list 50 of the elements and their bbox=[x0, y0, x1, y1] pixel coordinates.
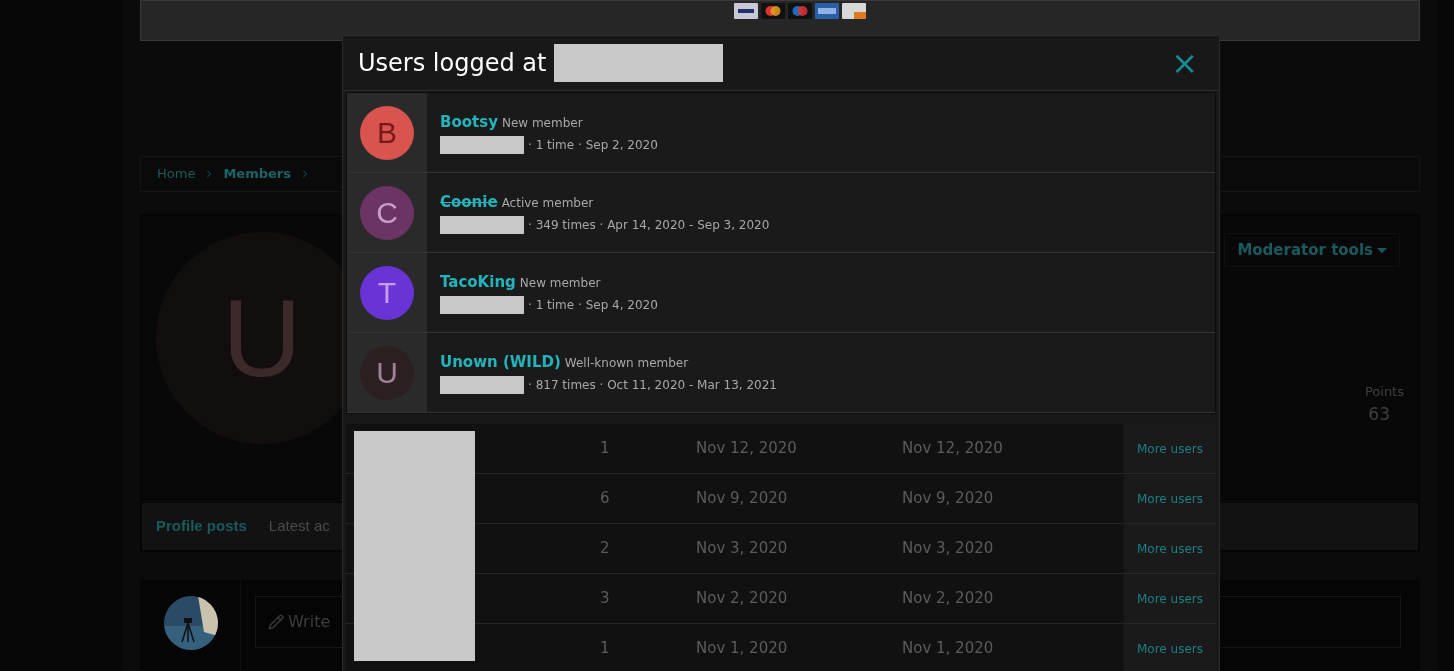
profile-tab[interactable]: Profile posts bbox=[156, 515, 247, 538]
table-cell-text: 2 bbox=[600, 538, 611, 560]
user-row[interactable]: B Bootsy New member · 1 time · Sep 2, 2020 bbox=[347, 93, 1215, 173]
user-avatar: C bbox=[360, 185, 414, 240]
user-avatar: U bbox=[360, 345, 414, 400]
table-cell-text: Nov 2, 2020 bbox=[902, 588, 995, 610]
profile-tab[interactable]: Latest ac bbox=[268, 515, 330, 538]
username-link[interactable]: Coonie bbox=[440, 191, 498, 214]
user-row[interactable]: C Coonie Active member · 349 times · Apr 14, 2020 - Sep 3, 2020 bbox=[347, 173, 1215, 253]
pencil-icon bbox=[268, 614, 284, 630]
dialog-title: Users logged at bbox=[358, 48, 547, 79]
payment-card-icon bbox=[815, 3, 839, 19]
table-cell-text: Nov 12, 2020 bbox=[696, 438, 798, 460]
user-title: Well-known member bbox=[564, 355, 689, 373]
table-cell-text: Nov 12, 2020 bbox=[902, 438, 1004, 460]
field-placeholder: Write bbox=[288, 611, 331, 633]
table-cell-text: Nov 1, 2020 bbox=[902, 638, 995, 660]
table-cell-text: Nov 9, 2020 bbox=[696, 488, 789, 510]
payment-card-icon bbox=[734, 3, 758, 19]
username-link[interactable]: TacoKing bbox=[440, 271, 516, 294]
username-link[interactable]: Bootsy bbox=[440, 111, 498, 134]
user-title: New member bbox=[519, 275, 601, 293]
user-row[interactable]: T TacoKing New member · 1 time · Sep 4, 2020 bbox=[347, 253, 1215, 333]
user-avatar: B bbox=[360, 105, 414, 160]
table-cell-text: Nov 3, 2020 bbox=[902, 538, 995, 560]
payment-card-icon bbox=[761, 3, 785, 19]
table-cell-text: Nov 1, 2020 bbox=[696, 638, 789, 660]
caret-icon bbox=[1377, 247, 1387, 253]
user-title: New member bbox=[501, 115, 583, 133]
table-cell-text: Nov 3, 2020 bbox=[696, 538, 789, 560]
user-title: Active member bbox=[501, 195, 594, 213]
payment-card-icon bbox=[788, 3, 812, 19]
table-cell-text: Nov 9, 2020 bbox=[902, 488, 995, 510]
table-cell-text: 1 bbox=[600, 438, 611, 460]
login-summary: · 1 time · Sep 4, 2020 bbox=[528, 296, 658, 314]
payment-card-icon bbox=[842, 3, 866, 19]
table-cell-text: 1 bbox=[600, 638, 611, 660]
breadcrumb-link[interactable]: Home bbox=[157, 164, 196, 184]
table-cell-text: 3 bbox=[600, 588, 611, 610]
table-cell-text: 6 bbox=[600, 488, 611, 510]
moderator-tools-button[interactable]: Moderator tools bbox=[1224, 233, 1400, 267]
user-row[interactable]: U Unown (WILD) Well-known member · 817 times · Oct 11, 2020 - Mar 13, 2021 bbox=[347, 333, 1215, 413]
user-avatar: T bbox=[360, 265, 414, 320]
close-button[interactable]: × bbox=[1171, 47, 1198, 79]
username-link[interactable]: Unown (WILD) bbox=[440, 351, 561, 374]
login-summary: · 349 times · Apr 14, 2020 - Sep 3, 2020 bbox=[528, 216, 770, 234]
breadcrumb-link[interactable]: Members bbox=[223, 164, 291, 184]
login-summary: · 817 times · Oct 11, 2020 - Mar 13, 2021 bbox=[528, 376, 777, 394]
table-cell-text: Nov 2, 2020 bbox=[696, 588, 789, 610]
login-summary: · 1 time · Sep 2, 2020 bbox=[528, 136, 658, 154]
